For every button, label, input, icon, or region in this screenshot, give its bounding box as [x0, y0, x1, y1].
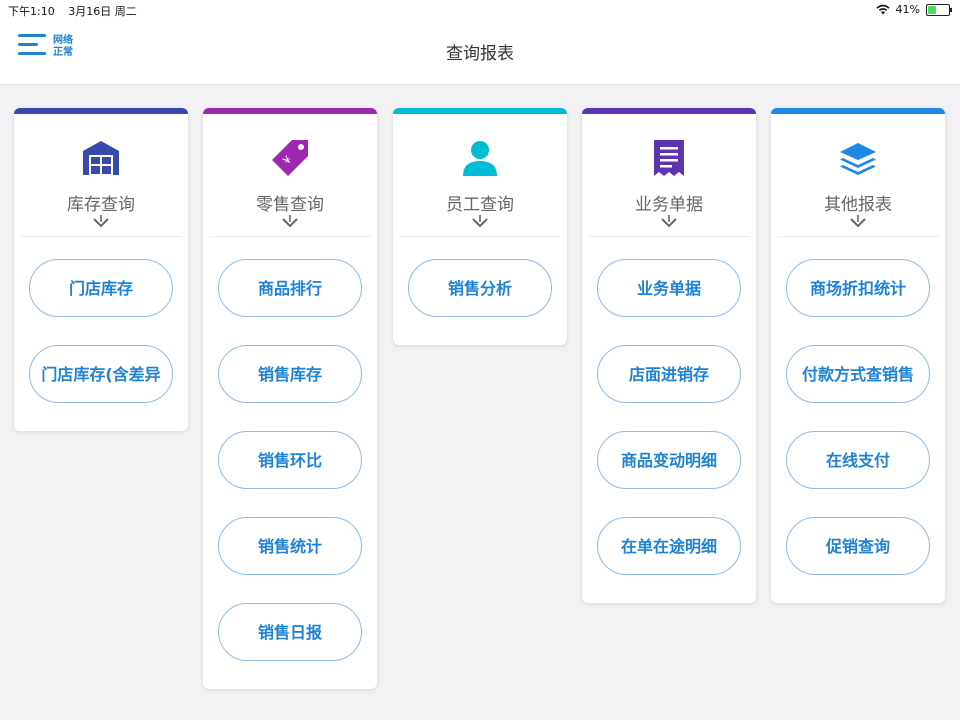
layers-icon	[771, 138, 945, 178]
section-card-3: 员工查询 销售分析	[393, 108, 567, 345]
wifi-icon	[876, 4, 890, 15]
report-button[interactable]: 业务单据	[597, 259, 741, 317]
section-header[interactable]: 其他报表	[771, 114, 945, 236]
chevron-down-icon[interactable]	[203, 214, 377, 230]
battery-icon	[926, 3, 952, 16]
section-card-2: 零售查询商品排行销售库存销售环比销售统计销售日报	[203, 108, 377, 689]
section-card-5: 其他报表商场折扣统计 付款方式查销售 在线支付促销查询	[771, 108, 945, 603]
report-button[interactable]: 门店库存(含差异	[29, 345, 173, 403]
battery-percent: 41%	[895, 3, 920, 16]
section-items: 商品排行销售库存销售环比销售统计销售日报	[203, 237, 377, 661]
section-title: 其他报表	[824, 195, 892, 215]
report-button[interactable]: 门店库存	[29, 259, 173, 317]
report-button[interactable]: 商品变动明细	[597, 431, 741, 489]
nav-bar: 网络正常 查询报表	[0, 20, 960, 85]
section-title: 库存查询	[67, 195, 135, 215]
section-items: 商场折扣统计 付款方式查销售 在线支付促销查询	[771, 237, 945, 575]
price-tag-icon	[203, 138, 377, 178]
report-button[interactable]: 销售分析	[408, 259, 552, 317]
user-icon	[393, 138, 567, 178]
section-title: 业务单据	[635, 195, 703, 215]
report-button[interactable]: 在线支付	[786, 431, 930, 489]
section-header[interactable]: 业务单据	[582, 114, 756, 236]
report-button[interactable]: 销售统计	[218, 517, 362, 575]
report-button[interactable]: 销售环比	[218, 431, 362, 489]
page-title: 查询报表	[446, 44, 514, 64]
warehouse-icon	[14, 138, 188, 178]
battery-level	[928, 5, 937, 14]
chevron-down-icon[interactable]	[582, 214, 756, 230]
report-button[interactable]: 商场折扣统计	[786, 259, 930, 317]
section-header[interactable]: 员工查询	[393, 114, 567, 236]
status-bar: 下午1:10 3月16日 周二 41%	[0, 0, 960, 20]
section-title: 零售查询	[256, 195, 324, 215]
chevron-down-icon[interactable]	[14, 214, 188, 230]
section-items: 门店库存门店库存(含差异	[14, 237, 188, 403]
report-button[interactable]: 在单在途明细	[597, 517, 741, 575]
section-header[interactable]: 零售查询	[203, 114, 377, 236]
receipt-icon	[582, 138, 756, 178]
section-title: 员工查询	[446, 195, 514, 215]
section-card-1: 库存查询门店库存门店库存(含差异	[14, 108, 188, 431]
report-button[interactable]: 销售库存	[218, 345, 362, 403]
report-button[interactable]: 商品排行	[218, 259, 362, 317]
report-button[interactable]: 促销查询	[786, 517, 930, 575]
report-button[interactable]: 店面进销存	[597, 345, 741, 403]
chevron-down-icon[interactable]	[771, 214, 945, 230]
section-header[interactable]: 库存查询	[14, 114, 188, 236]
chevron-down-icon[interactable]	[393, 214, 567, 230]
report-button[interactable]: 付款方式查销售	[786, 345, 930, 403]
section-items: 销售分析	[393, 237, 567, 317]
section-card-4: 业务单据 业务单据 店面进销存 商品变动明细 在单在途明细	[582, 108, 756, 603]
status-time: 下午1:10	[8, 5, 55, 18]
status-date: 3月16日 周二	[68, 5, 137, 18]
section-items: 业务单据店面进销存商品变动明细 在单在途明细	[582, 237, 756, 575]
report-button[interactable]: 销售日报	[218, 603, 362, 661]
